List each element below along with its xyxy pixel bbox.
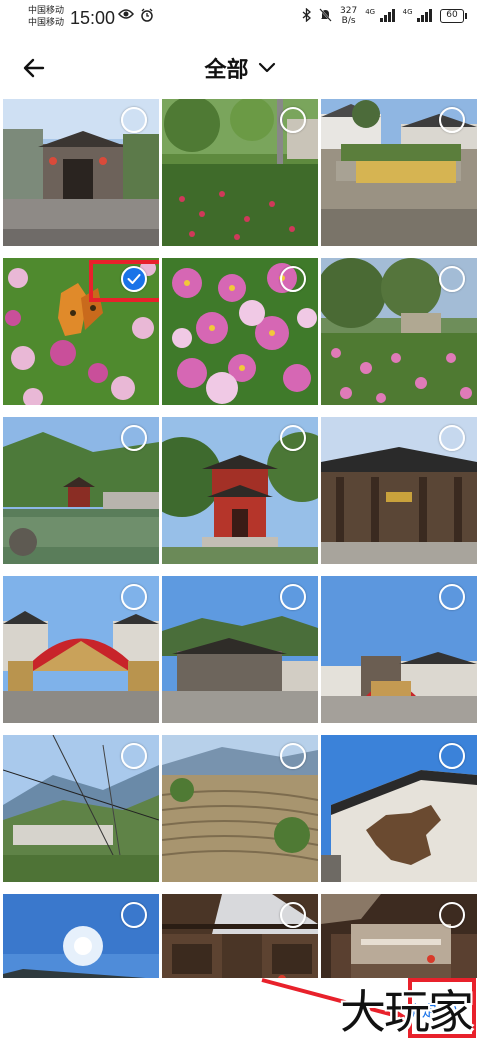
net-type-2: 4G [402,7,413,16]
status-icons-right: 327 B/s 4G 4G 60 [302,6,467,26]
photo-tile[interactable] [162,258,318,405]
select-checkbox[interactable] [121,107,147,133]
status-bar: 中国移动 中国移动 15:00 327 B/s 4G 4G 60 [0,0,480,36]
select-checkbox[interactable] [439,584,465,610]
net-speed: 327 B/s [340,6,357,26]
photo-tile[interactable] [3,417,159,564]
photo-tile[interactable] [3,99,159,246]
select-checkbox[interactable] [439,107,465,133]
photo-tile[interactable] [3,258,159,405]
alarm-icon [140,8,154,26]
signal-bars-icon [417,8,432,22]
photo-tile[interactable] [321,258,477,405]
eye-icon [118,8,134,26]
photo-grid [3,99,477,1040]
select-checkbox[interactable] [121,743,147,769]
album-selector[interactable]: 全部 [0,52,480,84]
net-speed-unit: B/s [341,16,356,26]
chevron-down-icon [258,62,275,73]
signal-2: 4G [403,8,432,25]
select-checkbox[interactable] [121,425,147,451]
header: 全部 [0,40,480,96]
photo-tile[interactable] [321,99,477,246]
carrier-2: 中国移动 [28,18,65,28]
carrier-1: 中国移动 [28,6,65,16]
photo-tile[interactable] [162,576,318,723]
photo-tile[interactable] [321,576,477,723]
photo-tile[interactable] [3,576,159,723]
carrier-names: 中国移动 中国移动 [28,5,64,29]
mute-icon [319,7,332,25]
photo-tile[interactable] [3,735,159,882]
select-checkbox[interactable] [121,902,147,928]
photo-tile[interactable] [162,735,318,882]
select-checkbox[interactable] [439,425,465,451]
net-type-1: 4G [365,7,376,16]
signal-bars-icon [379,8,395,22]
select-checkbox[interactable] [439,743,465,769]
photo-tile[interactable] [162,417,318,564]
photo-tile[interactable] [162,99,318,246]
bluetooth-icon [302,7,312,25]
photo-tile[interactable] [321,417,477,564]
status-icons-left [118,8,154,26]
select-checkbox[interactable] [280,584,306,610]
page-title: 全部 [204,58,249,83]
select-checkbox[interactable] [280,107,306,133]
battery-indicator: 60 [440,9,467,23]
select-checkbox[interactable] [280,743,306,769]
select-checkbox[interactable] [280,902,306,928]
signal-1: 4G [365,7,395,25]
select-checkbox[interactable] [280,266,306,292]
select-checkbox[interactable] [121,584,147,610]
net-speed-value: 327 [340,6,358,16]
select-checkbox[interactable] [280,425,306,451]
select-checkbox[interactable] [439,902,465,928]
select-checkbox[interactable] [439,266,465,292]
photo-tile[interactable] [321,735,477,882]
watermark-logo: 大玩家 [340,985,474,1039]
clock: 15:00 [70,8,116,28]
annotation-highlight-box [89,260,159,302]
